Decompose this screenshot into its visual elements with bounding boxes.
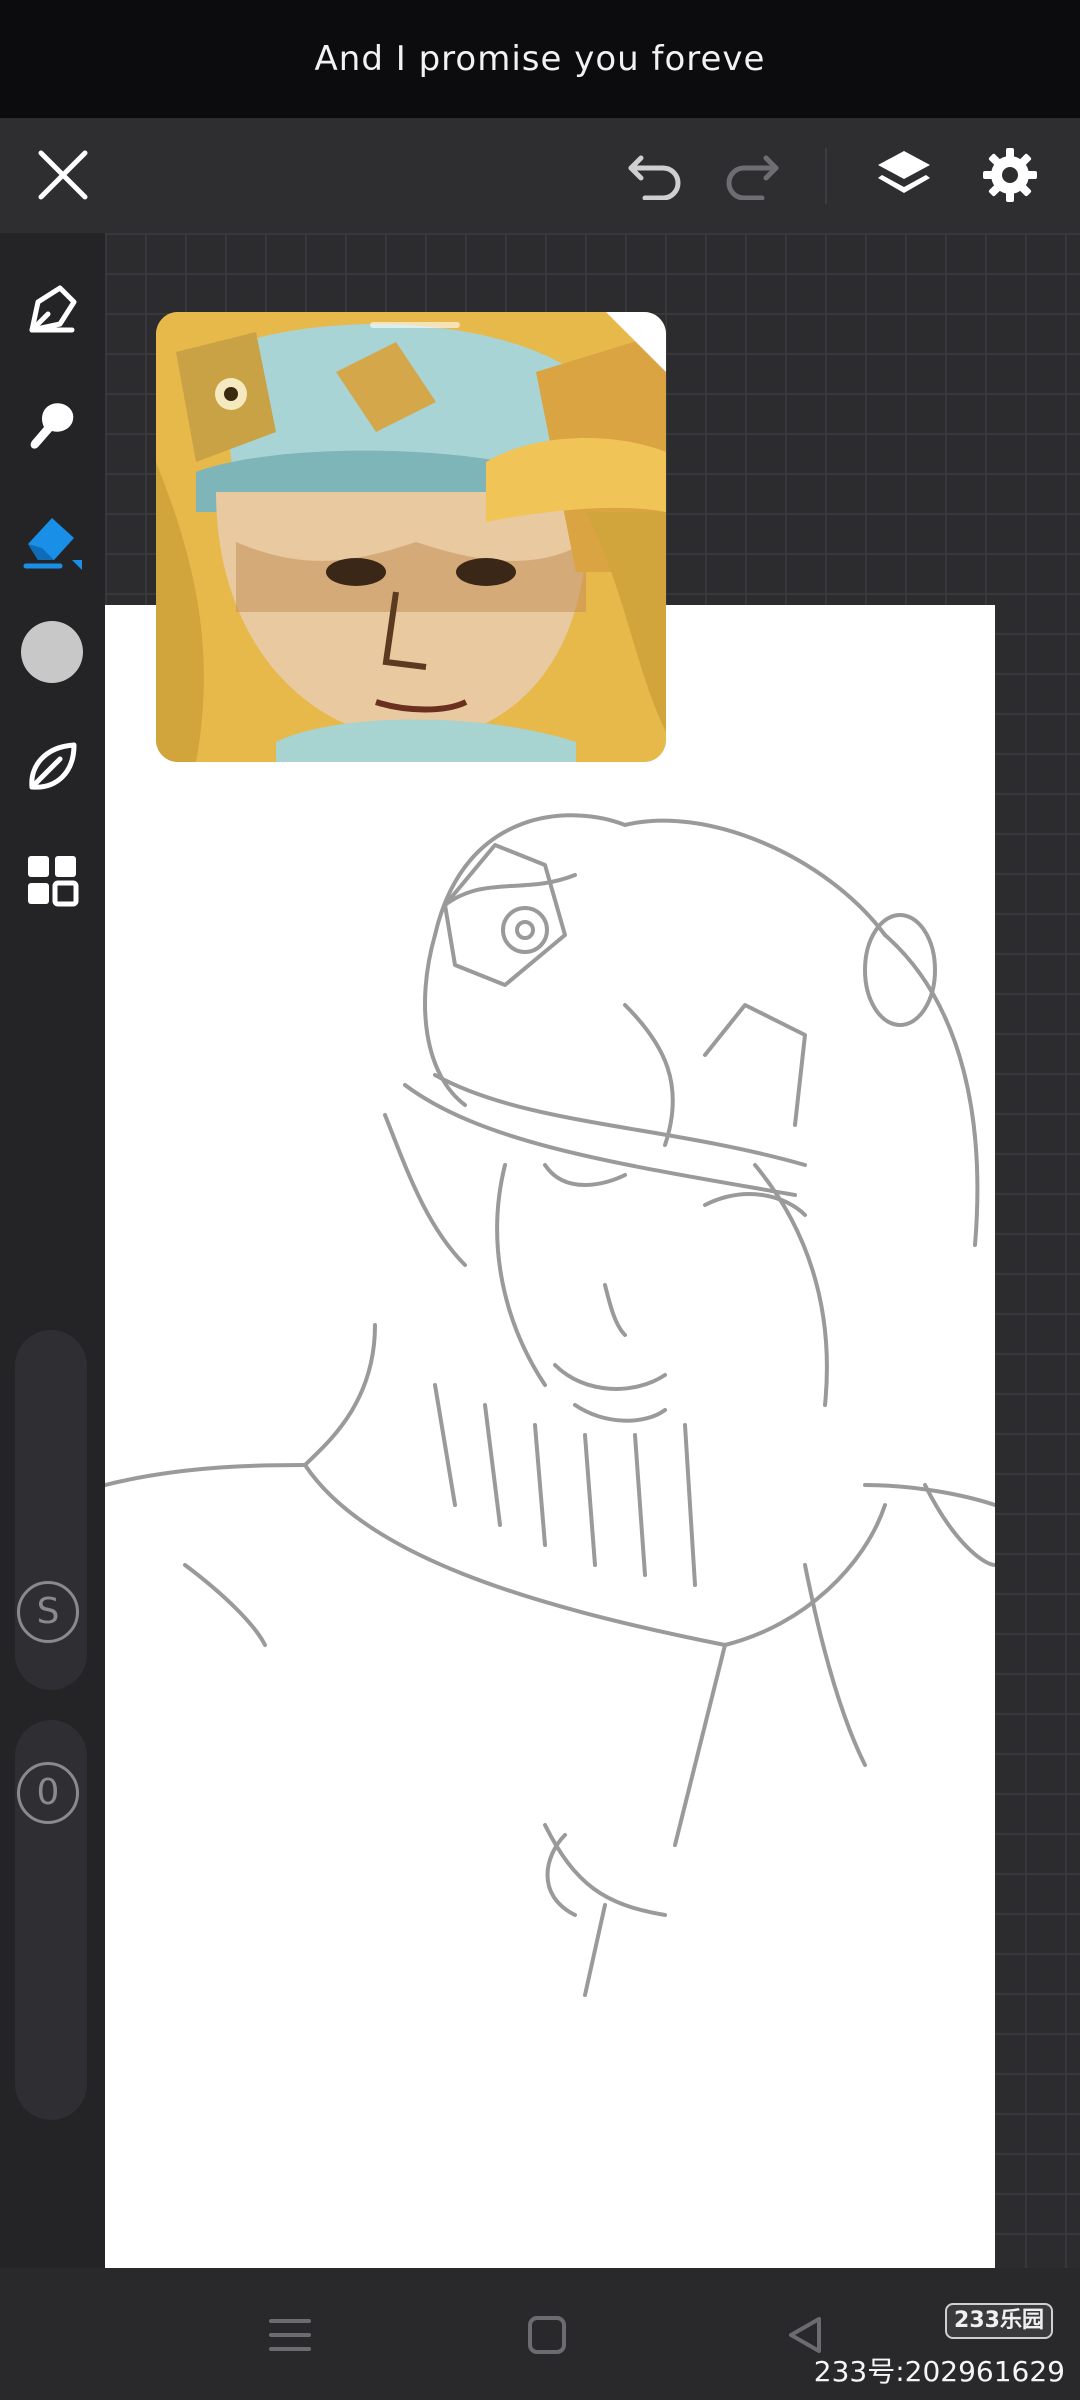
brush-opacity-label: 0: [17, 1762, 79, 1824]
watermark-id: 233号:202961629: [813, 2355, 1065, 2388]
menu-icon: [269, 2319, 311, 2351]
settings-button[interactable]: [970, 135, 1050, 215]
pen-tool-button[interactable]: [12, 270, 92, 350]
reference-image[interactable]: [156, 312, 666, 762]
video-caption: And I promise you foreve: [314, 39, 766, 79]
smudge-tool-button[interactable]: [12, 385, 92, 465]
undo-button[interactable]: [615, 135, 695, 215]
leaf-brush-icon: [29, 742, 77, 790]
toolbar-divider: [825, 148, 827, 204]
color-picker-icon: [21, 621, 83, 683]
reference-illustration: [156, 312, 666, 762]
pen-tool-icon: [29, 285, 77, 333]
grid-menu-button[interactable]: [12, 840, 92, 920]
reference-drag-handle[interactable]: [370, 322, 460, 328]
grid-menu-icon: [28, 856, 79, 907]
smudge-tool-icon: [30, 403, 74, 449]
redo-icon: [726, 155, 779, 200]
layers-icon: [878, 151, 930, 193]
nav-home-button[interactable]: [512, 2300, 582, 2370]
nav-menu-button[interactable]: [255, 2300, 325, 2370]
sketch-drawing: [105, 813, 995, 1997]
eraser-tool-icon: [23, 518, 82, 570]
layers-button[interactable]: [864, 135, 944, 215]
brush-library-button[interactable]: [12, 727, 92, 807]
eraser-tool-button[interactable]: [12, 500, 92, 580]
color-picker-button[interactable]: [12, 612, 92, 692]
redo-button[interactable]: [712, 135, 792, 215]
undo-icon: [628, 155, 681, 200]
close-icon: [38, 150, 88, 200]
watermark-logo: 233乐园: [945, 2303, 1053, 2339]
gear-icon: [983, 148, 1037, 202]
back-triangle-icon: [789, 2317, 821, 2353]
brush-size-label: S: [17, 1581, 79, 1643]
close-button[interactable]: [23, 135, 103, 215]
home-square-icon: [528, 2316, 566, 2354]
